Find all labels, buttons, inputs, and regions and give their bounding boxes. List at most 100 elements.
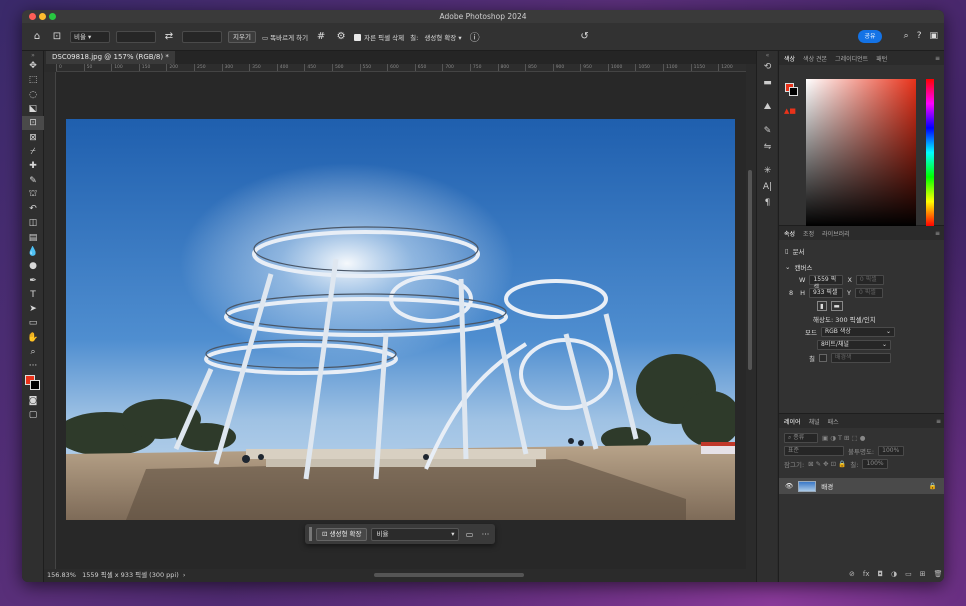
link-icon[interactable]: 8	[789, 289, 793, 297]
straighten-icon[interactable]: ▭	[463, 530, 475, 539]
lock-icons[interactable]: ⊠ ✎ ✥ ⊡ 🔒	[808, 460, 846, 468]
workspace-icon[interactable]: ▣	[929, 31, 938, 41]
tab-patterns[interactable]: 패턴	[876, 54, 887, 63]
color-picker-field[interactable]	[806, 79, 916, 226]
background-color-swatch[interactable]	[30, 379, 40, 390]
portrait-orientation-icon[interactable]: ▮	[817, 300, 827, 311]
tab-color[interactable]: 색상	[784, 54, 795, 63]
layer-lock-icon[interactable]: 🔒	[929, 482, 937, 490]
color-swatches[interactable]	[22, 374, 44, 394]
height-ratio-field[interactable]	[182, 30, 222, 43]
tab-properties[interactable]: 속성	[784, 229, 795, 238]
more-tools-icon[interactable]: ···	[22, 359, 44, 373]
tab-swatches[interactable]: 색상 견본	[803, 54, 827, 63]
document-photo[interactable]	[66, 119, 735, 520]
type-tool-icon[interactable]: T	[22, 288, 44, 302]
canvas-area[interactable]	[56, 72, 746, 578]
horizontal-ruler[interactable]: 0 50 100 150 200 250 300 350 400 450 500 550 600 650 7…	[56, 64, 746, 72]
more-options-icon[interactable]: ···	[479, 530, 491, 539]
minimize-window-button[interactable]	[39, 13, 46, 20]
eraser-tool-icon[interactable]: ◫	[22, 216, 44, 230]
swap-icon[interactable]: ⇄	[162, 30, 176, 44]
layer-row-background[interactable]: 👁 배경 🔒	[779, 478, 944, 494]
search-icon[interactable]: ⌕	[904, 31, 909, 41]
move-tool-icon[interactable]: ✥	[22, 59, 44, 73]
drag-handle-icon[interactable]	[309, 527, 312, 541]
rectangle-tool-icon[interactable]: ▭	[22, 316, 44, 330]
gradient-tool-icon[interactable]: ▤	[22, 231, 44, 245]
fill-select[interactable]: 생성형 확장 ▾	[424, 32, 461, 42]
opacity-field[interactable]: 100%	[878, 445, 905, 456]
visibility-eye-icon[interactable]: 👁	[785, 482, 793, 490]
new-layer-icon[interactable]: ⊞	[920, 570, 926, 578]
brush-tool-icon[interactable]: ✎	[22, 173, 44, 187]
panel-background-swatch[interactable]	[789, 87, 798, 96]
path-selection-tool-icon[interactable]: ➤	[22, 302, 44, 316]
tab-layers[interactable]: 레이어	[784, 417, 801, 426]
toolbar-collapse-icon[interactable]: »	[22, 51, 44, 59]
landscape-orientation-icon[interactable]: ▬	[830, 300, 843, 311]
canvas-section-header[interactable]: ⌄ 캔버스	[785, 260, 938, 273]
marquee-tool-icon[interactable]: ⬚	[22, 73, 44, 87]
layer-kind-filter[interactable]: ⌕ 종류	[784, 432, 818, 443]
strip-collapse-icon[interactable]: «	[757, 51, 778, 59]
width-ratio-field[interactable]	[116, 30, 156, 43]
zoom-window-button[interactable]	[49, 13, 56, 20]
tab-adjustments[interactable]: 조정	[803, 229, 814, 238]
tab-libraries[interactable]: 라이브러리	[822, 229, 850, 238]
clone-stamp-tool-icon[interactable]: ⛫	[22, 188, 44, 202]
panel-menu-icon[interactable]: ≡	[935, 55, 940, 62]
tab-paths[interactable]: 패스	[828, 417, 839, 426]
screen-mode-icon[interactable]: ▢	[22, 408, 44, 422]
crop-tool-icon[interactable]: ⊡	[22, 116, 44, 131]
character-panel-icon[interactable]: A|	[757, 179, 778, 195]
libraries-panel-icon[interactable]: ⛰	[757, 99, 778, 115]
layer-fill-field[interactable]: 100%	[862, 458, 889, 469]
ratio-select[interactable]: 비율 ▾	[70, 30, 110, 43]
context-ratio-select[interactable]: 비율 ▾	[371, 527, 460, 541]
share-button[interactable]: 공유	[858, 30, 882, 43]
vertical-scrollbar[interactable]	[748, 170, 752, 370]
paragraph-panel-icon[interactable]: ¶	[757, 195, 778, 211]
generative-expand-button[interactable]: ⊡ 생성형 확장	[316, 527, 368, 541]
panel-menu-icon[interactable]: ≡	[936, 418, 941, 425]
horizontal-scrollbar[interactable]	[374, 573, 524, 577]
dodge-tool-icon[interactable]: ●	[22, 259, 44, 273]
delete-cropped-checkbox[interactable]: 자른 픽셀 삭제	[354, 32, 404, 42]
grid-overlay-icon[interactable]: #	[314, 30, 328, 44]
canvas-width-field[interactable]: 1559 픽셀	[809, 274, 844, 291]
gear-icon[interactable]: ⚙	[334, 30, 348, 44]
tab-channels[interactable]: 채널	[809, 417, 820, 426]
new-group-icon[interactable]: ▭	[905, 570, 912, 578]
brush-settings-icon[interactable]: ✎	[757, 123, 778, 139]
home-icon[interactable]: ⌂	[30, 30, 44, 44]
vertical-ruler[interactable]	[44, 72, 56, 578]
canvas-height-field[interactable]: 933 픽셀	[809, 287, 844, 298]
frame-tool-icon[interactable]: ⊠	[22, 130, 44, 144]
tab-gradients[interactable]: 그레이디언트	[835, 54, 868, 63]
pen-tool-icon[interactable]: ✒	[22, 273, 44, 287]
history-brush-tool-icon[interactable]: ↶	[22, 202, 44, 216]
zoom-level[interactable]: 156.83%	[47, 571, 76, 579]
fill-swatch[interactable]	[818, 353, 827, 362]
mode-select[interactable]: RGB 색상 ⌄	[820, 326, 895, 337]
history-panel-icon[interactable]: ⟲	[757, 59, 778, 75]
adjustments-panel-icon[interactable]: ⇋	[757, 139, 778, 155]
crop-tool-preset-icon[interactable]: ⊡	[50, 30, 64, 44]
blend-mode-select[interactable]: 표준	[784, 445, 844, 456]
bit-depth-select[interactable]: 8비트/채널 ⌄	[817, 339, 891, 350]
glyphs-panel-icon[interactable]: ✳	[757, 163, 778, 179]
fx-icon[interactable]: fx	[863, 570, 870, 578]
blur-tool-icon[interactable]: 💧	[22, 245, 44, 259]
reset-icon[interactable]: ↺	[578, 30, 592, 44]
adjustment-layer-icon[interactable]: ◑	[891, 570, 897, 578]
comments-panel-icon[interactable]: ▬	[757, 75, 778, 91]
eyedropper-tool-icon[interactable]: ⌿	[22, 145, 44, 159]
object-selection-tool-icon[interactable]: ⬕	[22, 102, 44, 116]
lasso-tool-icon[interactable]: ◌	[22, 88, 44, 102]
panel-menu-icon[interactable]: ≡	[935, 230, 940, 237]
status-chevron-icon[interactable]: ›	[183, 571, 186, 579]
trash-icon[interactable]: 🗑	[934, 570, 943, 578]
zoom-tool-icon[interactable]: ⌕	[22, 345, 44, 359]
close-window-button[interactable]	[29, 13, 36, 20]
